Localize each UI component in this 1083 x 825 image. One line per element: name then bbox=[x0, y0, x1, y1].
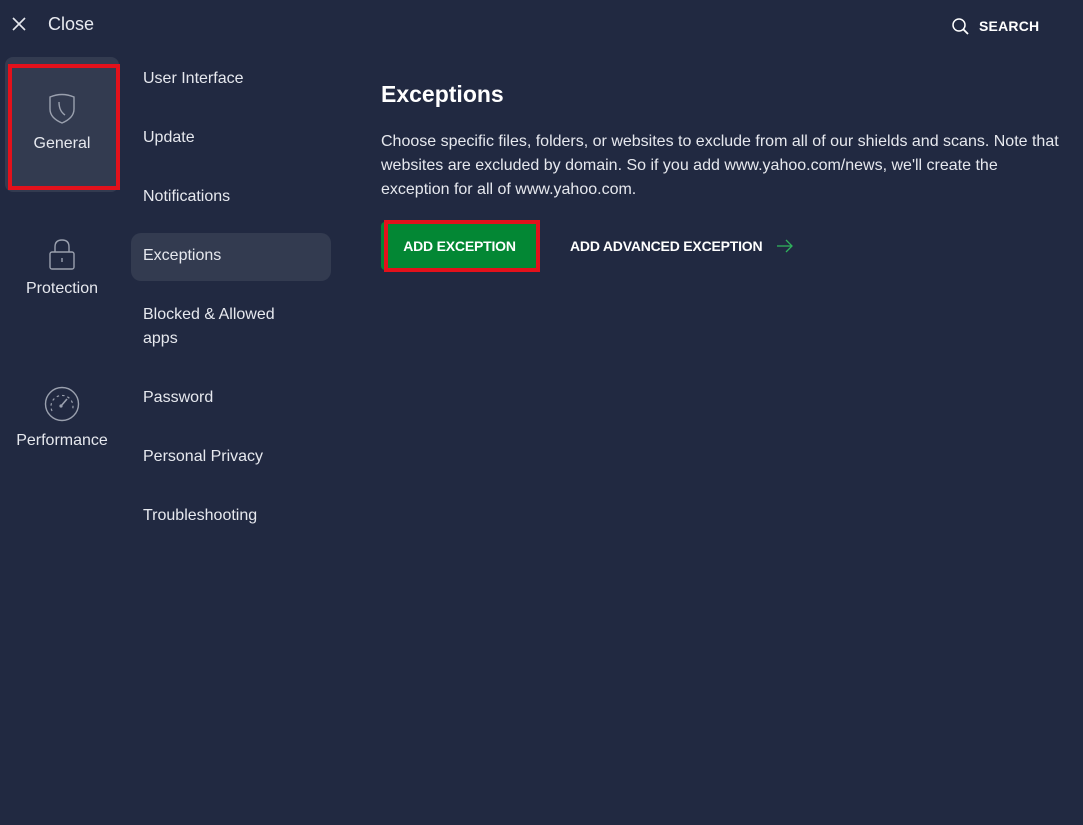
close-button[interactable]: Close bbox=[10, 8, 94, 40]
page-title: Exceptions bbox=[381, 81, 504, 107]
search-icon bbox=[952, 17, 969, 35]
search-label: SEARCH bbox=[979, 18, 1040, 34]
search-button[interactable]: SEARCH bbox=[951, 12, 1039, 40]
exceptions-description: Choose specific files, folders, or websi… bbox=[381, 133, 1059, 198]
subnav-item-notifications[interactable]: Notifications bbox=[131, 185, 331, 209]
subnav-item-troubleshooting[interactable]: Troubleshooting bbox=[131, 504, 331, 528]
subnav-item-blocked-allowed-apps[interactable]: Blocked & Allowed apps bbox=[131, 303, 331, 351]
actions-row: ADD EXCEPTION ADD ADVANCED EXCEPTION bbox=[381, 220, 1061, 272]
settings-window: Close SEARCH General Protection Performa… bbox=[0, 0, 1083, 825]
arrow-right-icon bbox=[777, 239, 794, 253]
exceptions-panel: Exceptions Choose specific files, folder… bbox=[381, 78, 1061, 272]
category-general[interactable]: General bbox=[5, 57, 120, 192]
add-exception-button[interactable]: ADD EXCEPTION bbox=[381, 220, 540, 272]
category-performance[interactable]: Performance bbox=[5, 386, 119, 456]
shield-icon bbox=[49, 93, 75, 124]
add-advanced-exception-label: ADD ADVANCED EXCEPTION bbox=[570, 238, 763, 254]
lock-icon bbox=[49, 239, 75, 270]
close-label: Close bbox=[48, 13, 95, 34]
add-exception-label: ADD EXCEPTION bbox=[403, 238, 516, 254]
subnav-item-exceptions[interactable]: Exceptions bbox=[131, 233, 331, 281]
category-label: Protection bbox=[25, 280, 99, 297]
speedometer-icon bbox=[44, 386, 80, 422]
subnav-item-password[interactable]: Password bbox=[131, 386, 331, 410]
category-label: Performance bbox=[16, 432, 108, 449]
close-icon bbox=[12, 17, 26, 31]
subnav-item-personal-privacy[interactable]: Personal Privacy bbox=[131, 445, 331, 469]
category-protection[interactable]: Protection bbox=[5, 238, 119, 308]
add-advanced-exception-button[interactable]: ADD ADVANCED EXCEPTION bbox=[570, 238, 794, 254]
subnav-item-user-interface[interactable]: User Interface bbox=[131, 67, 331, 91]
subnav-item-update[interactable]: Update bbox=[131, 126, 331, 150]
highlight-outline bbox=[8, 64, 120, 190]
category-label: General bbox=[33, 135, 91, 152]
